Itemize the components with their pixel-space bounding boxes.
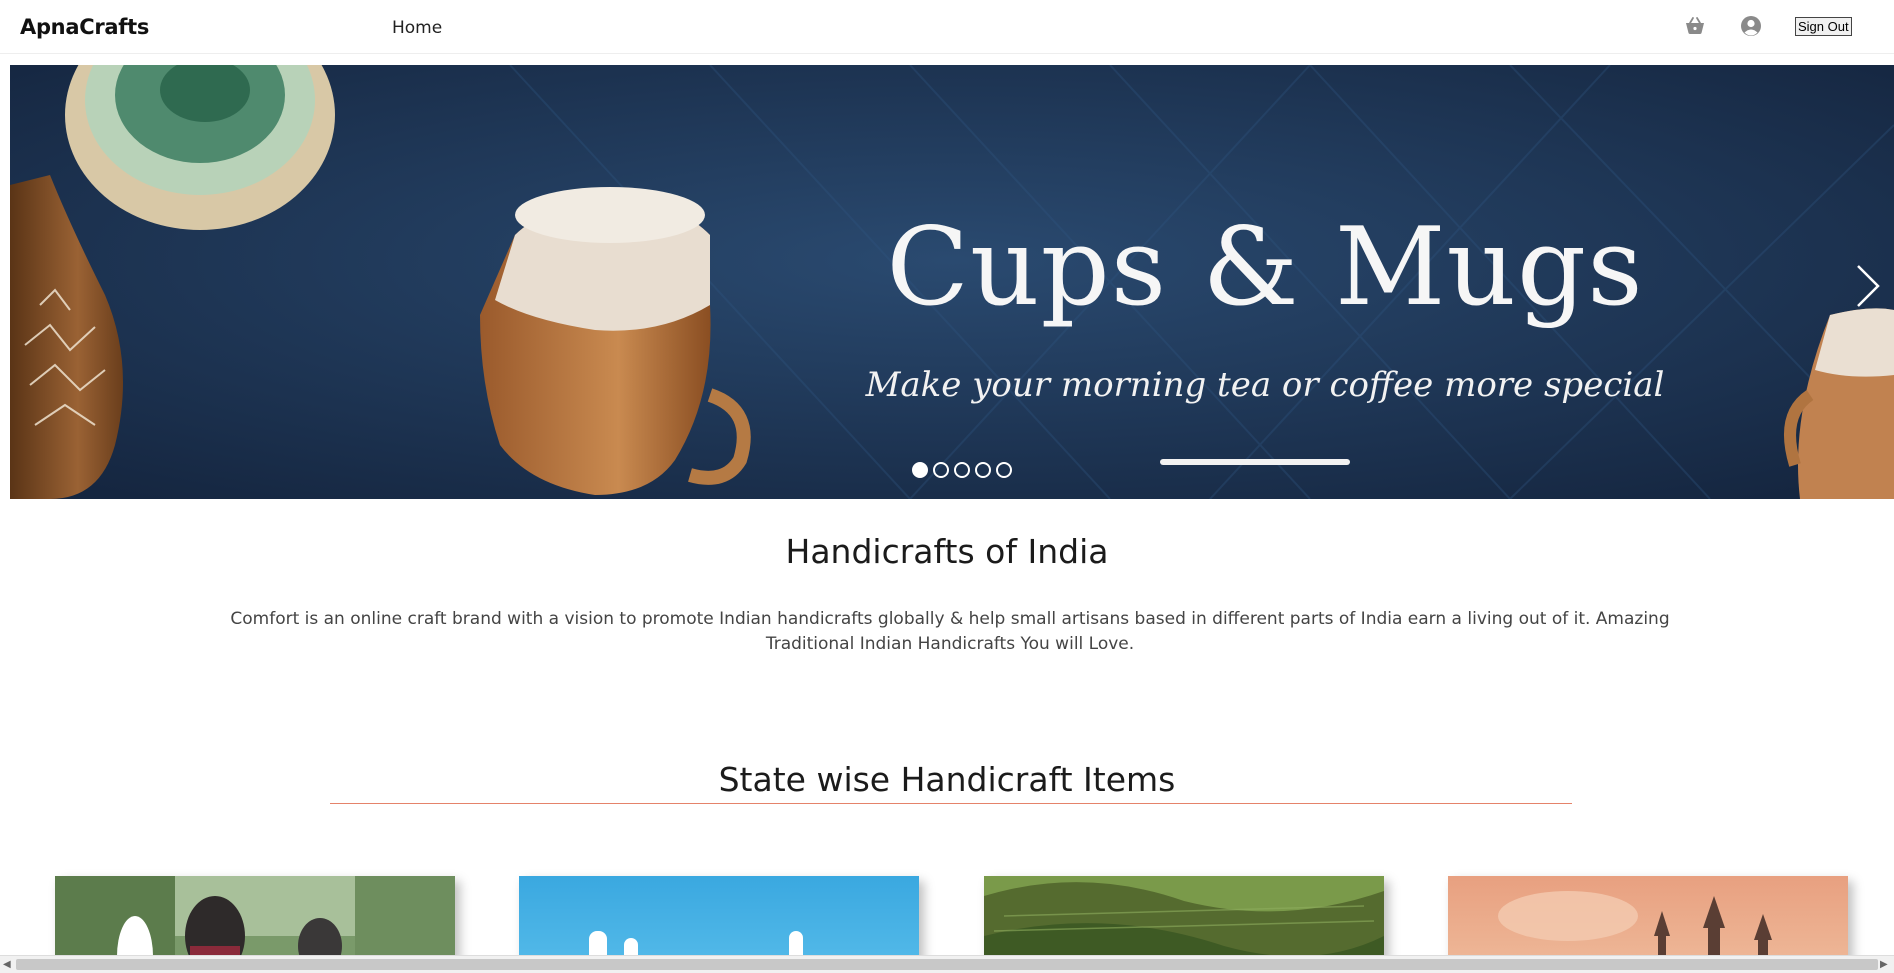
chevron-right-icon[interactable] (1848, 261, 1888, 311)
hero-underline-bar (1160, 459, 1350, 465)
scrollbar-thumb[interactable] (16, 959, 1878, 970)
intro-title: Handicrafts of India (785, 532, 1109, 571)
hero-title: Cups & Mugs (886, 205, 1644, 330)
section-divider (330, 803, 1572, 804)
brand-logo[interactable]: ApnaCrafts (20, 15, 149, 39)
navbar: ApnaCrafts Home Sign Out (0, 0, 1894, 54)
carousel-dot-1[interactable] (912, 462, 928, 478)
hero-subtitle: Make your morning tea or coffee more spe… (865, 365, 1665, 405)
carousel-dot-5[interactable] (996, 462, 1012, 478)
states-section-title: State wise Handicraft Items (718, 760, 1176, 799)
user-circle-icon[interactable] (1739, 14, 1763, 38)
scroll-right-icon[interactable]: ▶ (1880, 959, 1888, 970)
intro-description: Comfort is an online craft brand with a … (230, 609, 1670, 654)
carousel-indicators (912, 462, 1012, 478)
horizontal-scrollbar[interactable]: ◀ ▶ (0, 955, 1894, 973)
sign-out-button[interactable]: Sign Out (1795, 17, 1852, 36)
scroll-left-icon[interactable]: ◀ (3, 959, 11, 970)
carousel-dot-4[interactable] (975, 462, 991, 478)
carousel-dot-2[interactable] (933, 462, 949, 478)
carousel-dot-3[interactable] (954, 462, 970, 478)
hero-carousel[interactable]: Cups & Mugs Make your morning tea or cof… (10, 65, 1894, 499)
basket-icon[interactable] (1683, 14, 1707, 38)
nav-home-link[interactable]: Home (392, 18, 442, 38)
